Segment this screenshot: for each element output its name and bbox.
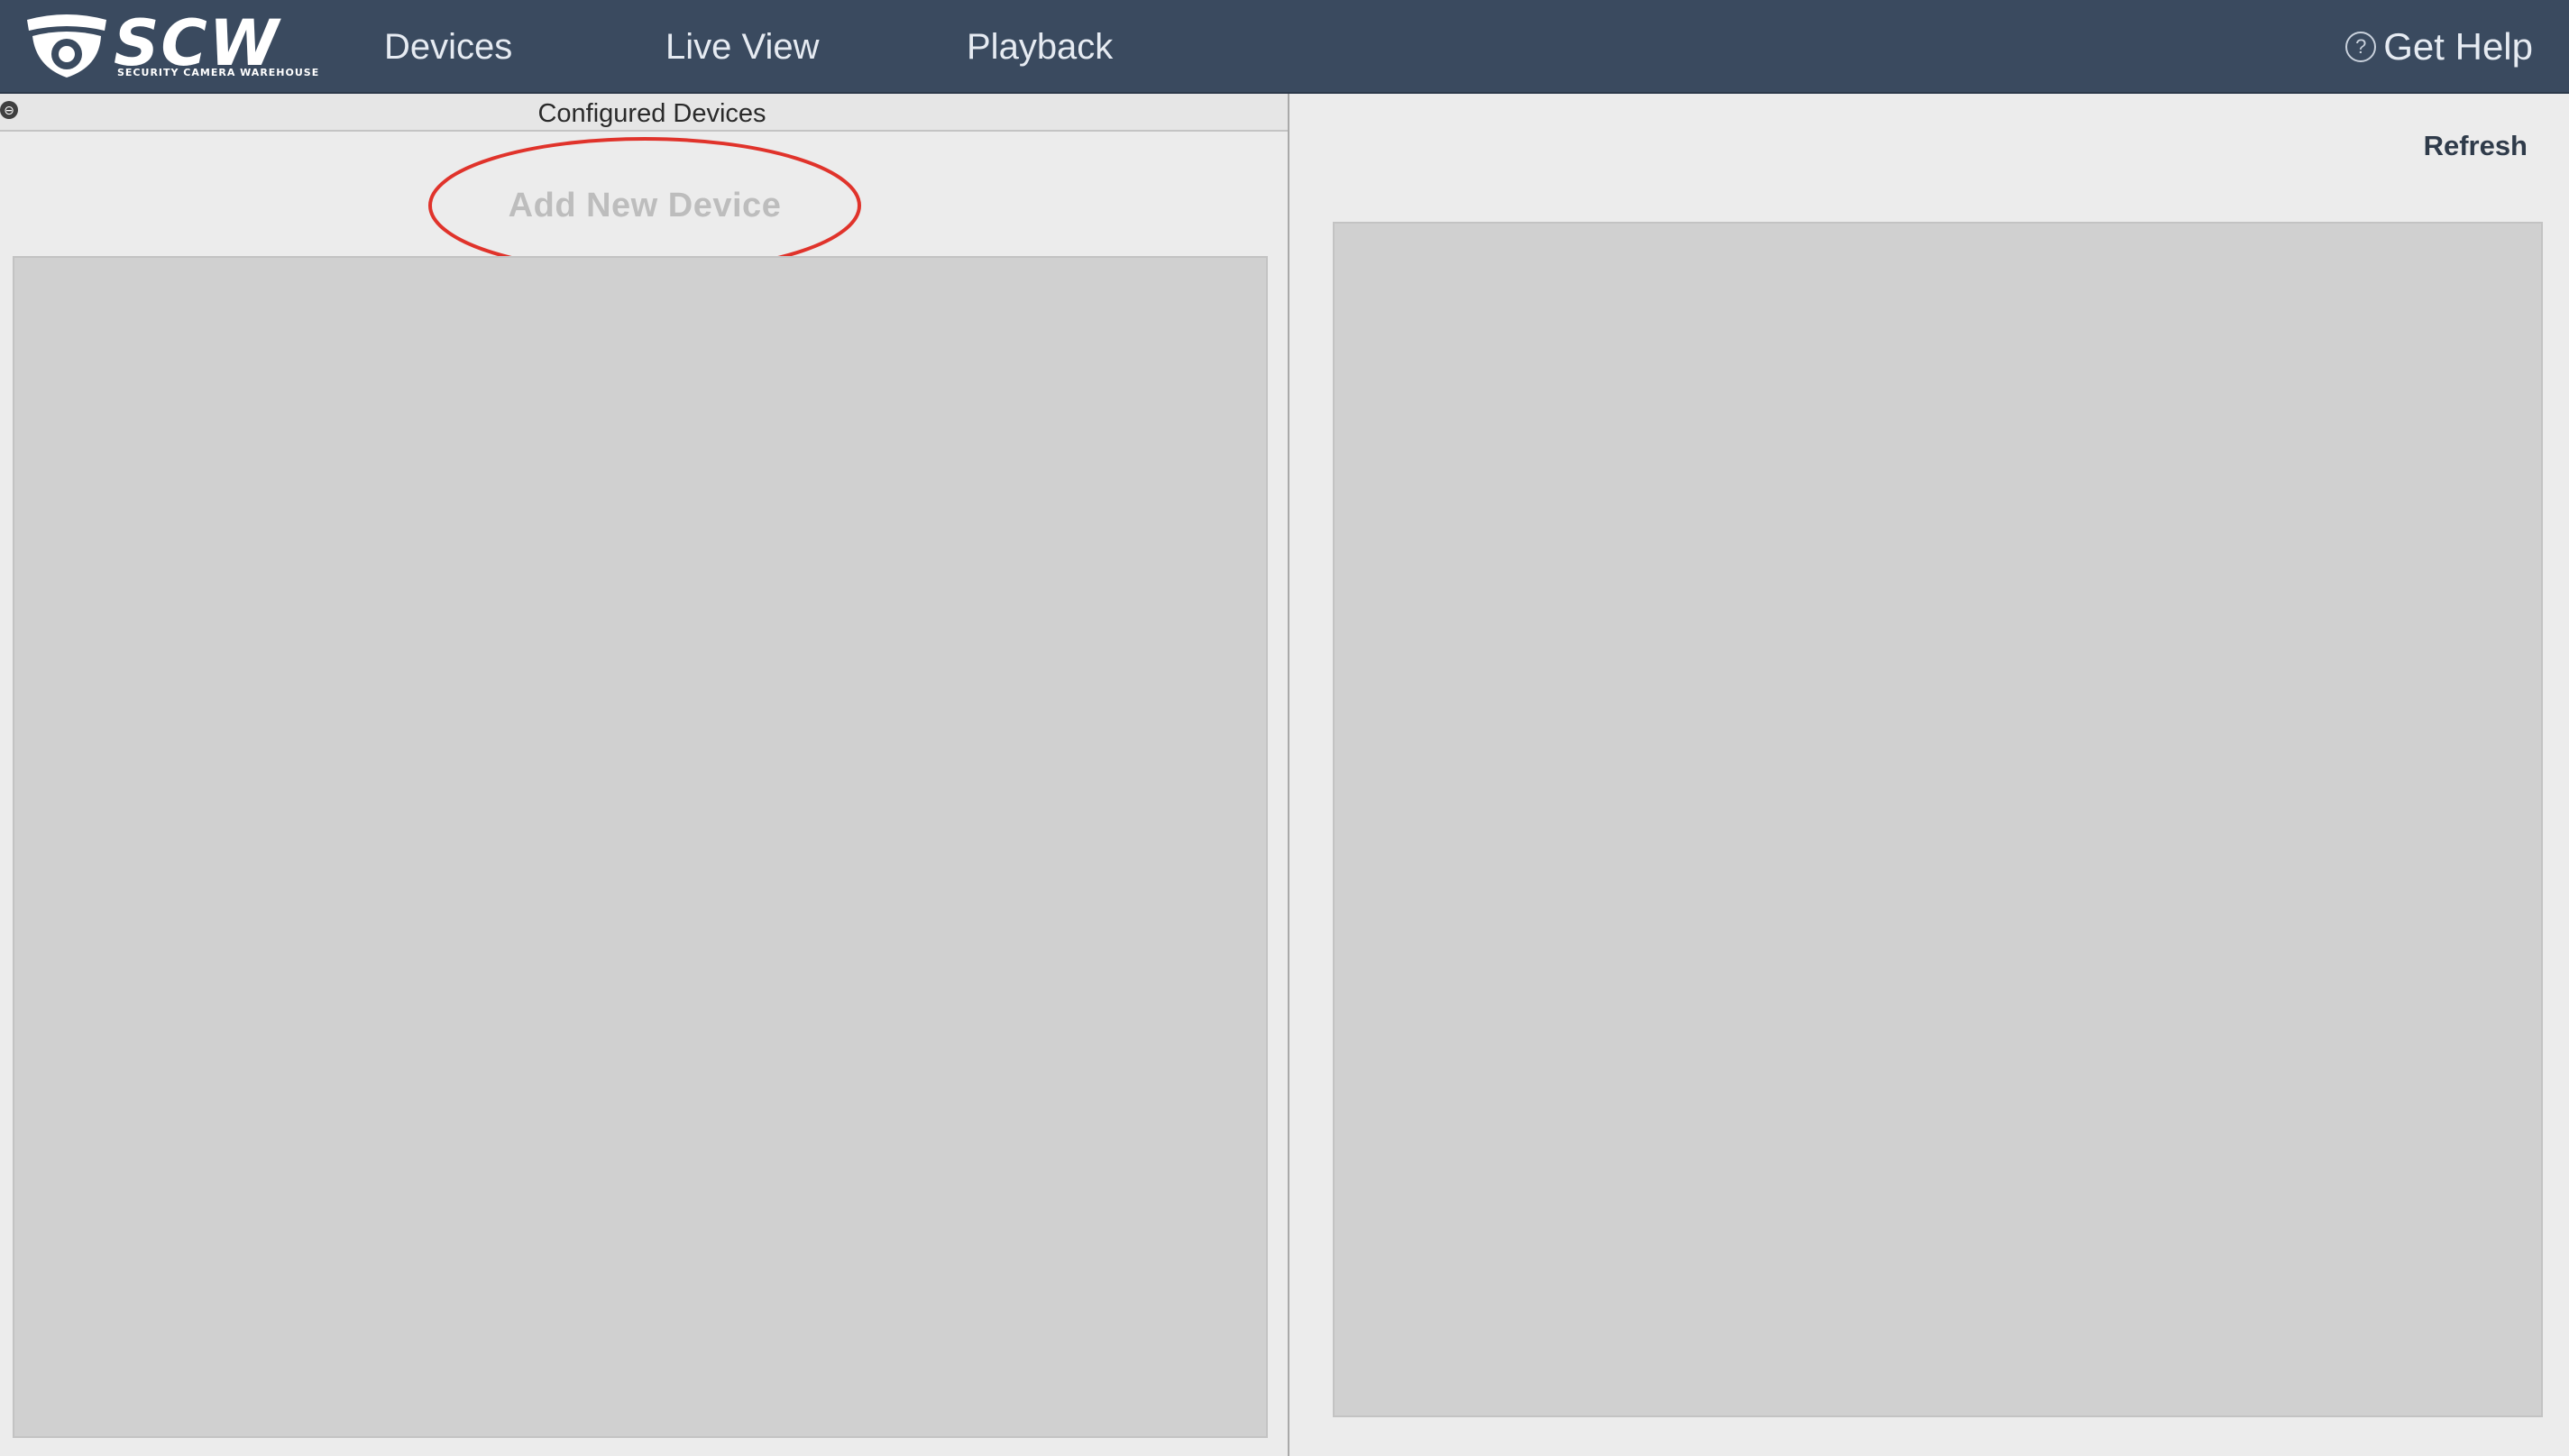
nav-live-view[interactable]: Live View <box>665 0 819 94</box>
refresh-button[interactable]: Refresh <box>2424 130 2528 162</box>
top-nav-bar: SCW SECURITY CAMERA WAREHOUSE Devices Li… <box>0 0 2569 94</box>
question-circle-icon: ? <box>2345 32 2377 62</box>
add-new-device-label: Add New Device <box>508 186 782 224</box>
logo-tagline: SECURITY CAMERA WAREHOUSE <box>117 67 320 78</box>
device-list[interactable] <box>13 256 1268 1438</box>
camera-dome-icon <box>27 14 106 78</box>
nav-playback[interactable]: Playback <box>967 0 1113 94</box>
panel-title: Configured Devices <box>537 99 766 128</box>
nav-devices[interactable]: Devices <box>384 0 512 94</box>
scw-logo[interactable]: SCW SECURITY CAMERA WAREHOUSE <box>23 7 318 83</box>
configured-devices-panel: ⊖ Configured Devices Add New Device <box>0 94 1288 1456</box>
get-help-label: Get Help <box>2383 25 2533 68</box>
device-detail-panel: Refresh <box>1289 94 2569 1456</box>
panel-header: ⊖ Configured Devices <box>0 94 1288 132</box>
device-detail-area <box>1333 222 2543 1417</box>
get-help-link[interactable]: ? Get Help <box>2345 0 2533 94</box>
